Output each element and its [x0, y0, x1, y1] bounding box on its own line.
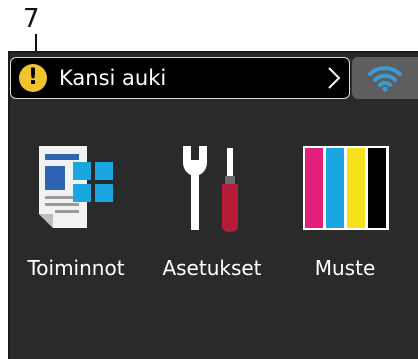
ink-cartridges-icon — [303, 146, 389, 230]
chevron-right-icon — [328, 67, 341, 89]
settings-tools-icon — [183, 146, 238, 232]
tile-settings[interactable]: Asetukset — [152, 140, 272, 290]
callout-number: 7 — [23, 4, 40, 34]
warning-icon: ! — [19, 64, 47, 92]
tile-ink-label: Muste — [314, 256, 376, 280]
tile-functions-label: Toiminnot — [27, 256, 125, 280]
tile-ink[interactable]: Muste — [285, 140, 405, 290]
tile-functions[interactable]: Toiminnot — [16, 140, 136, 290]
wifi-button[interactable] — [352, 57, 418, 99]
tile-settings-label: Asetukset — [162, 256, 262, 280]
status-bar[interactable]: ! Kansi auki — [10, 57, 350, 99]
wifi-icon — [368, 66, 402, 92]
functions-document-icon — [39, 146, 113, 228]
status-message: Kansi auki — [59, 66, 167, 90]
